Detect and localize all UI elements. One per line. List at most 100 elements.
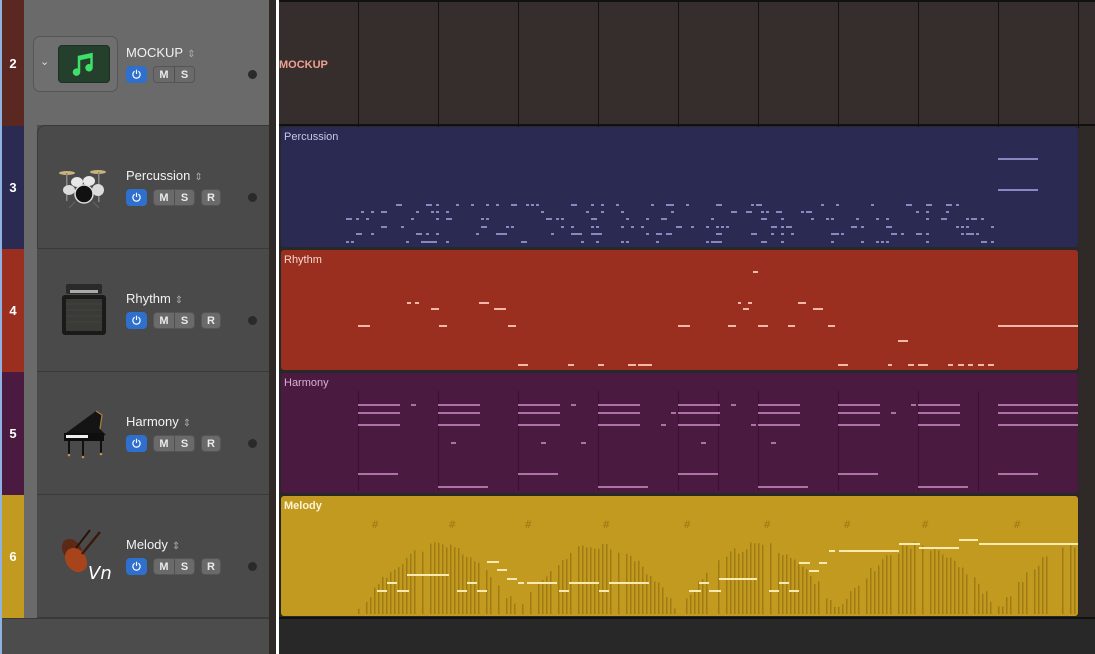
velocity-bar	[498, 585, 500, 614]
mute-button[interactable]: M	[154, 67, 174, 82]
midi-note	[518, 582, 524, 584]
midi-note	[546, 218, 552, 220]
midi-note	[581, 241, 584, 243]
region-title: Harmony	[284, 377, 329, 389]
updown-arrows-icon[interactable]: ⇕	[187, 49, 195, 60]
track-name-rhythm[interactable]: Rhythm ⇕	[126, 291, 183, 306]
midi-note	[769, 590, 779, 592]
midi-note	[681, 404, 686, 406]
track-number-6[interactable]: 6	[2, 495, 24, 618]
velocity-bar	[830, 600, 832, 614]
velocity-bar	[662, 587, 664, 614]
midi-note	[831, 218, 834, 220]
velocity-bar	[666, 597, 668, 614]
bar-marker: #	[683, 520, 691, 531]
midi-note	[626, 241, 629, 243]
folder-stack-box[interactable]: ⌄	[33, 36, 118, 92]
midi-note	[838, 404, 880, 406]
midi-note	[571, 404, 576, 406]
region-harmony[interactable]: Harmony	[281, 373, 1078, 493]
solo-button[interactable]: S	[174, 313, 194, 328]
midi-note	[856, 218, 859, 220]
power-icon	[132, 561, 141, 571]
velocity-bar	[866, 578, 868, 614]
power-icon	[132, 315, 141, 325]
midi-note	[899, 543, 920, 545]
velocity-bar	[566, 559, 568, 614]
velocity-bar	[466, 556, 468, 614]
velocity-bar	[630, 555, 632, 614]
midi-note	[507, 578, 517, 580]
solo-button[interactable]: S	[174, 190, 194, 205]
midi-note	[638, 364, 652, 366]
midi-note	[971, 233, 974, 235]
velocity-bar	[922, 545, 924, 614]
folder-name[interactable]: MOCKUP ⇕	[126, 45, 195, 60]
midi-note	[598, 364, 604, 366]
midi-note	[991, 241, 994, 243]
updown-arrows-icon[interactable]: ⇕	[172, 541, 180, 552]
disclosure-chevron-icon[interactable]: ⌄	[40, 55, 49, 68]
midi-note	[799, 562, 810, 564]
midi-note	[758, 412, 800, 414]
midi-note	[541, 442, 546, 444]
mute-button[interactable]: M	[154, 190, 174, 205]
track-name-melody[interactable]: Melody ⇕	[126, 537, 180, 552]
mute-button[interactable]: M	[154, 313, 174, 328]
midi-note	[911, 404, 916, 406]
folder-lane[interactable]: MOCKUP	[279, 0, 1095, 128]
power-button[interactable]	[126, 435, 147, 452]
track-number-3[interactable]: 3	[2, 126, 24, 249]
midi-note	[518, 424, 560, 426]
velocity-bar	[1042, 557, 1044, 614]
mute-button[interactable]: M	[154, 436, 174, 451]
track-name-harmony[interactable]: Harmony ⇕	[126, 414, 191, 429]
track-number-2[interactable]: 2	[2, 0, 24, 126]
region-percussion[interactable]: Percussion	[281, 127, 1078, 247]
region-melody[interactable]: # # # # # # # # # Melody	[281, 496, 1078, 616]
track-headers: 2 3 4 5 6 ⌄ MOCKUP ⇕ M S Percussion ⇕ M …	[0, 0, 279, 654]
velocity-bar	[998, 606, 1000, 614]
solo-button[interactable]: S	[174, 436, 194, 451]
updown-arrows-icon[interactable]: ⇕	[194, 172, 202, 183]
power-button[interactable]	[126, 558, 147, 575]
updown-arrows-icon[interactable]: ⇕	[183, 418, 191, 429]
power-button[interactable]	[126, 189, 147, 206]
solo-button[interactable]: S	[174, 559, 194, 574]
midi-note	[397, 590, 409, 592]
solo-button[interactable]: S	[174, 67, 194, 82]
midi-note	[559, 590, 569, 592]
midi-note	[956, 226, 959, 228]
midi-note	[716, 226, 719, 228]
midi-note	[743, 308, 749, 310]
record-enable-button[interactable]: R	[201, 435, 221, 452]
velocity-bar	[878, 565, 880, 614]
midi-note	[651, 204, 654, 206]
updown-arrows-icon[interactable]: ⇕	[175, 295, 183, 306]
power-button[interactable]	[126, 66, 147, 83]
arrange-area[interactable]: MOCKUP Percussion Rhythm Harmony # # # # # # #…	[279, 0, 1095, 654]
velocity-bar	[934, 549, 936, 614]
bar-grid-line	[918, 2, 919, 128]
track-name-percussion[interactable]: Percussion ⇕	[126, 168, 203, 183]
velocity-bar	[806, 569, 808, 614]
midi-note	[401, 226, 404, 228]
record-enable-button[interactable]: R	[201, 312, 221, 329]
mute-button[interactable]: M	[154, 559, 174, 574]
velocity-bar	[606, 543, 608, 614]
region-rhythm[interactable]: Rhythm	[281, 250, 1078, 370]
folder-region-label: MOCKUP	[279, 59, 328, 71]
midi-note	[446, 241, 449, 243]
track-name-label: Harmony	[126, 414, 179, 429]
midi-note	[791, 233, 794, 235]
power-button[interactable]	[126, 312, 147, 329]
track-number-4[interactable]: 4	[2, 249, 24, 372]
record-enable-button[interactable]: R	[201, 189, 221, 206]
chord-divider	[978, 391, 979, 491]
midi-note	[426, 233, 429, 235]
midi-note	[726, 226, 729, 228]
record-enable-button[interactable]: R	[201, 558, 221, 575]
midi-note	[751, 204, 754, 206]
track-number-5[interactable]: 5	[2, 372, 24, 495]
midi-note	[531, 204, 534, 206]
